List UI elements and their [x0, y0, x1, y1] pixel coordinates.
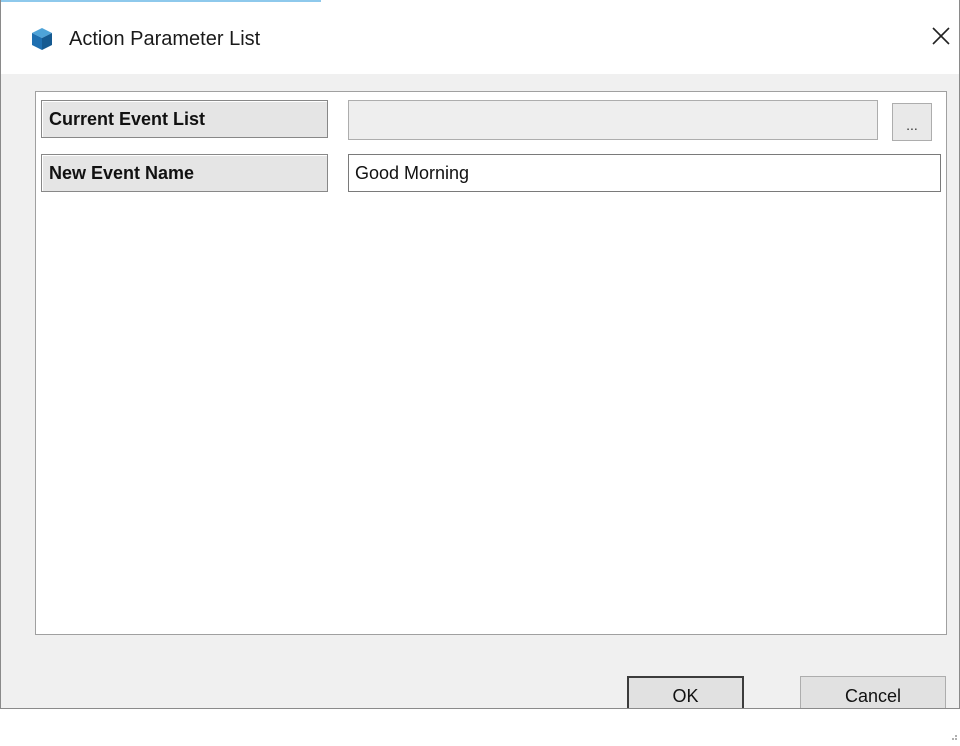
resize-grip-icon[interactable]	[950, 728, 958, 740]
close-icon	[931, 26, 951, 51]
browse-events-button[interactable]: ...	[892, 103, 932, 141]
focus-accent-line	[1, 0, 321, 2]
close-button[interactable]	[923, 20, 959, 56]
new-event-name-label: New Event Name	[41, 154, 328, 192]
current-event-list-field[interactable]	[348, 100, 878, 140]
cube-icon	[30, 27, 54, 51]
parameter-grid: Current Event List ... New Event Name	[35, 91, 947, 635]
action-parameter-dialog: Action Parameter List Current Event List…	[0, 0, 960, 709]
ok-button[interactable]: OK	[627, 676, 744, 708]
current-event-list-label: Current Event List	[41, 100, 328, 138]
title-bar[interactable]: Action Parameter List	[1, 0, 959, 74]
window-title: Action Parameter List	[69, 28, 261, 50]
cancel-button[interactable]: Cancel	[800, 676, 946, 708]
new-event-name-input[interactable]	[348, 154, 941, 192]
